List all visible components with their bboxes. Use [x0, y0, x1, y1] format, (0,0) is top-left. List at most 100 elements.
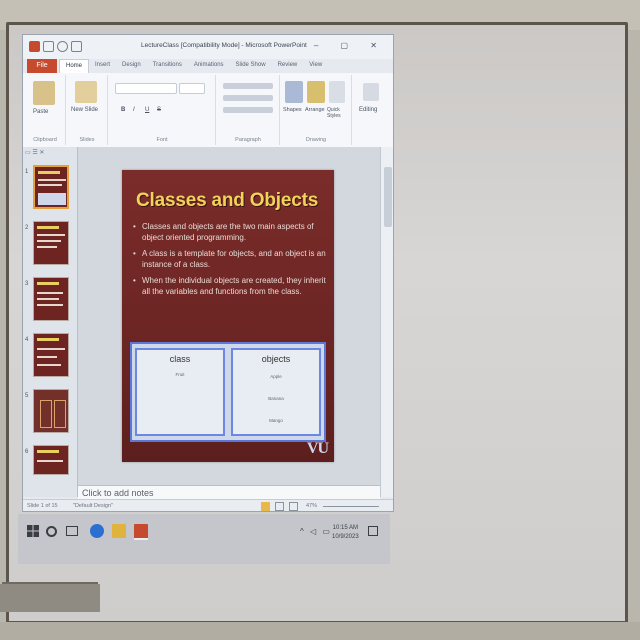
underline-button[interactable]: U [145, 107, 149, 113]
indent-buttons[interactable] [223, 95, 273, 101]
paragraph-group: Paragraph [217, 75, 280, 145]
zoom-level[interactable]: 47% [306, 503, 317, 509]
thumb-line [37, 292, 63, 294]
class-heading: class [169, 354, 191, 364]
slides-label: Slides [79, 137, 95, 143]
search-icon[interactable] [46, 526, 57, 537]
tab-view[interactable]: View [303, 59, 328, 73]
thumb-line [37, 240, 61, 242]
italic-button[interactable]: I [133, 107, 135, 113]
undo-icon[interactable] [57, 41, 68, 52]
save-icon[interactable] [43, 41, 54, 52]
thumb-shape [40, 400, 52, 428]
quick-styles-icon[interactable] [329, 81, 345, 103]
normal-view-icon[interactable] [261, 502, 270, 511]
new-slide-button[interactable]: New Slide [71, 107, 98, 113]
window-controls[interactable]: – ▢ ✕ [314, 41, 387, 50]
binoculars-icon[interactable] [363, 83, 379, 101]
object-item: Mango [269, 418, 283, 423]
sorter-view-icon[interactable] [275, 502, 284, 511]
arrange-button[interactable]: Arrange [305, 107, 325, 113]
font-group: B I U S Font [109, 75, 216, 145]
clock[interactable]: 10:15 AM 10/9/2023 [332, 524, 359, 542]
edge-browser-icon[interactable] [90, 524, 104, 538]
thumb-diagram [38, 193, 66, 205]
window-title: LectureClass [Compatibility Mode] - Micr… [141, 42, 307, 49]
tab-review[interactable]: Review [272, 59, 304, 73]
class-item: Fruit [175, 372, 185, 377]
bullet-item: Classes and objects are the two main asp… [132, 222, 328, 243]
slide-thumbnail[interactable] [33, 277, 69, 321]
vertical-scrollbar[interactable] [380, 147, 393, 497]
bold-button[interactable]: B [121, 107, 125, 113]
font-name-box[interactable] [115, 83, 177, 94]
class-object-diagram[interactable]: class Fruit objects Apple Banana Mango [130, 342, 326, 442]
font-size-box[interactable] [179, 83, 205, 94]
tab-insert[interactable]: Insert [89, 59, 116, 73]
object-item: Banana [268, 396, 284, 401]
scroll-thumb[interactable] [384, 167, 392, 227]
shapes-icon[interactable] [285, 81, 303, 103]
notes-pane[interactable]: Click to add notes [78, 485, 380, 499]
system-tray-icons[interactable]: ^ ◁ ▭ [300, 527, 332, 536]
slide-thumbnail[interactable] [33, 333, 69, 377]
thumb-shape [54, 400, 66, 428]
thumb-number: 1 [25, 169, 29, 175]
notification-icon[interactable] [368, 526, 378, 536]
file-explorer-icon[interactable] [112, 524, 126, 538]
thumb-number: 6 [25, 449, 29, 455]
tab-home[interactable]: Home [59, 59, 90, 73]
powerpoint-taskbar-icon[interactable] [134, 524, 148, 540]
thumb-number: 5 [25, 393, 29, 399]
pane-tabs[interactable]: ▭ ☰ ✕ [25, 149, 75, 159]
zoom-slider[interactable] [323, 506, 379, 507]
tab-animations[interactable]: Animations [188, 59, 230, 73]
tab-transitions[interactable]: Transitions [147, 59, 188, 73]
font-label: Font [156, 137, 168, 143]
paste-icon[interactable] [33, 81, 55, 105]
class-box: class Fruit [135, 348, 225, 436]
objects-box: objects Apple Banana Mango [231, 348, 321, 436]
thumb-title [37, 226, 59, 229]
thumb-line [37, 234, 65, 236]
current-slide[interactable]: Classes and Objects Classes and objects … [122, 170, 334, 462]
task-view-icon[interactable] [66, 526, 78, 536]
strikethrough-button[interactable]: S [157, 107, 161, 113]
thumb-number: 3 [25, 281, 29, 287]
redo-icon[interactable] [71, 41, 82, 52]
align-buttons[interactable] [223, 107, 273, 113]
powerpoint-logo-icon [29, 41, 40, 52]
editing-button[interactable]: Editing [359, 107, 377, 113]
clock-date: 10/9/2023 [332, 534, 359, 540]
paste-button[interactable]: Paste [33, 109, 48, 115]
tab-design[interactable]: Design [116, 59, 147, 73]
reading-view-icon[interactable] [289, 502, 298, 511]
slide-thumbnail[interactable] [33, 445, 69, 475]
thumb-number: 4 [25, 337, 29, 343]
clipboard-label: Clipboard [33, 137, 57, 143]
editing-group: Editing [353, 75, 391, 145]
list-buttons[interactable] [223, 83, 273, 89]
slide-thumbnail[interactable] [33, 165, 69, 209]
drawing-group: Shapes Arrange Quick Styles Drawing [281, 75, 352, 145]
clock-time: 10:15 AM [332, 525, 359, 531]
tab-slide-show[interactable]: Slide Show [230, 59, 272, 73]
thumb-line [37, 304, 63, 306]
thumb-line [38, 184, 62, 186]
windows-start-icon[interactable] [26, 524, 40, 538]
thumb-title [38, 171, 60, 174]
slide-thumbnail[interactable] [33, 389, 69, 433]
new-slide-icon[interactable] [75, 81, 97, 103]
slide-counter: Slide 1 of 15 [27, 503, 58, 509]
slide-title[interactable]: Classes and Objects [136, 190, 318, 212]
file-tab[interactable]: File [27, 59, 57, 73]
wall-bottom [0, 622, 640, 640]
thumb-line [37, 356, 57, 358]
slide-thumbnail[interactable] [33, 221, 69, 265]
bullet-item: A class is a template for objects, and a… [132, 249, 328, 270]
bullet-list[interactable]: Classes and objects are the two main asp… [132, 222, 328, 303]
arrange-icon[interactable] [307, 81, 325, 103]
shapes-button[interactable]: Shapes [283, 107, 302, 113]
quick-styles-button[interactable]: Quick Styles [327, 107, 349, 119]
thumb-line [37, 348, 65, 350]
